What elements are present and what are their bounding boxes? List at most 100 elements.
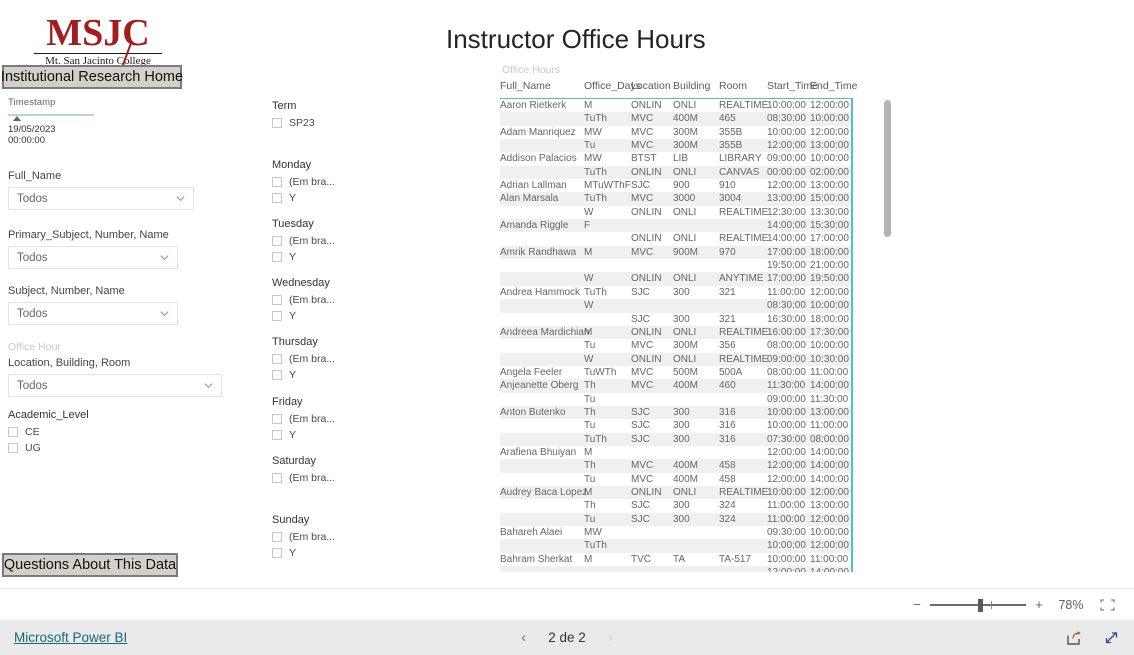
slicer-sunday-option-y[interactable]: Y bbox=[272, 546, 335, 560]
table-row[interactable]: Aaron Rietkerk M ONLIN ONLI REALTIME 10:00:00… bbox=[500, 98, 852, 113]
checkbox-icon[interactable] bbox=[272, 236, 282, 246]
checkbox-icon[interactable] bbox=[272, 548, 282, 558]
table-cell-room: TA-517 bbox=[719, 553, 752, 565]
table-row[interactable]: Amrik Randhawa M MVC 900M 970 17:00:00 18:00:0… bbox=[500, 245, 852, 260]
table-row[interactable]: SJC 300 321 16:30:00 18:00:00 bbox=[500, 313, 852, 326]
table-row[interactable]: W 08:30:00 10:00:00 bbox=[500, 299, 852, 313]
table-row[interactable]: TuTh MVC 400M 465 08:30:00 10:00:00 bbox=[500, 112, 852, 126]
column-header-start-time[interactable]: Start_Time bbox=[767, 80, 818, 99]
table-row[interactable]: Arafiena Bhuiyan M 12:00:00 14:00:00 bbox=[500, 446, 852, 459]
table-row[interactable]: TuTh ONLIN ONLI CANVAS 00:00:00 02:00:00 bbox=[500, 165, 852, 180]
column-header-building[interactable]: Building bbox=[673, 80, 719, 99]
checkbox-icon[interactable] bbox=[272, 311, 282, 321]
table-cell-full_name: Amanda Riggle bbox=[500, 219, 584, 233]
table-row[interactable]: 19:50:00 21:00:00 bbox=[500, 259, 852, 272]
table-cell-full_name bbox=[500, 272, 584, 286]
timestamp-track[interactable] bbox=[8, 114, 94, 121]
table-row[interactable]: Tu SJC 300 316 10:00:00 11:00:00 bbox=[500, 419, 852, 432]
slicer-tuesday-option-blank[interactable]: (Em bra... bbox=[272, 234, 335, 248]
table-row[interactable]: Adrian Lallman MTuWThF SJC 900 910 12:00:00 13… bbox=[500, 179, 852, 192]
slicer-term-option[interactable]: SP23 bbox=[272, 116, 315, 130]
table-row[interactable]: W ONLIN ONLI REALTIME 12:30:00 13:30:00 bbox=[500, 206, 852, 219]
checkbox-icon[interactable] bbox=[272, 354, 282, 364]
slicer-full-name-dropdown[interactable]: Todos bbox=[8, 187, 194, 210]
table-row[interactable]: W ONLIN ONLI REALTIME 09:00:00 10:30:00 bbox=[500, 352, 852, 366]
column-header-location[interactable]: Location bbox=[631, 80, 673, 99]
checkbox-icon[interactable] bbox=[272, 370, 282, 380]
checkbox-icon[interactable] bbox=[272, 118, 282, 128]
table-row[interactable]: Tu 09:00:00 11:30:00 bbox=[500, 393, 852, 406]
slicer-wednesday-option-y[interactable]: Y bbox=[272, 309, 335, 323]
fullscreen-icon[interactable] bbox=[1103, 630, 1120, 646]
table-cell-location: ONLIN bbox=[631, 325, 673, 340]
previous-page-button[interactable]: ‹ bbox=[521, 630, 526, 645]
table-row[interactable]: Amanda Riggle F 14:00:00 15:30:00 bbox=[500, 219, 852, 233]
checkbox-icon[interactable] bbox=[272, 252, 282, 262]
next-page-button[interactable]: › bbox=[608, 630, 613, 645]
checkbox-icon[interactable] bbox=[272, 193, 282, 203]
slicer-sunday-option-blank[interactable]: (Em bra... bbox=[272, 530, 335, 544]
column-header-office-days[interactable]: Office_Days bbox=[584, 80, 641, 99]
table-row[interactable]: Andrea Hammock TuTh SJC 300 321 11:00:00 12:00… bbox=[500, 286, 852, 299]
slicer-primary-subject-dropdown[interactable]: Todos bbox=[8, 246, 178, 269]
table-scroll-area[interactable]: Full_Name Office_Days Location Building … bbox=[500, 80, 892, 572]
table-row[interactable]: Bahareh Alaei MW 09:30:00 10:00:00 bbox=[500, 526, 852, 539]
table-row[interactable]: TuTh SJC 300 316 07:30:00 08:00:00 bbox=[500, 432, 852, 446]
slicer-monday-option-y[interactable]: Y bbox=[272, 191, 335, 205]
slicer-saturday-option-blank[interactable]: (Em bra... bbox=[272, 471, 335, 485]
slicer-tuesday-option-y[interactable]: Y bbox=[272, 250, 335, 264]
table-row[interactable]: W ONLIN ONLI ANYTIME 17:00:00 19:50:00 bbox=[500, 272, 852, 286]
timestamp-slicer[interactable]: Timestamp 19/05/2023 00:00:00 bbox=[8, 97, 94, 146]
table-row[interactable]: Anton Butenko Th SJC 300 316 10:00:00 13:00:00 bbox=[500, 405, 852, 420]
zoom-slider-thumb[interactable] bbox=[978, 598, 983, 612]
checkbox-icon[interactable] bbox=[8, 427, 18, 437]
table-row[interactable]: Addison Palacios MW BTST LIB LIBRARY 09:00:00… bbox=[500, 152, 852, 165]
table-row[interactable]: Tu SJC 300 324 11:00:00 12:00:00 bbox=[500, 512, 852, 526]
checkbox-icon[interactable] bbox=[272, 473, 282, 483]
zoom-slider[interactable] bbox=[930, 598, 1026, 612]
checkbox-icon[interactable] bbox=[272, 414, 282, 424]
table-row[interactable]: Th MVC 400M 458 12:00:00 14:00:00 bbox=[500, 459, 852, 473]
column-header-full-name[interactable]: Full_Name bbox=[500, 80, 584, 99]
checkbox-icon[interactable] bbox=[8, 443, 18, 453]
slicer-monday-option-blank[interactable]: (Em bra... bbox=[272, 175, 335, 189]
table-row[interactable]: TuTh 10:00:00 12:00:00 bbox=[500, 539, 852, 553]
slicer-friday-option-y[interactable]: Y bbox=[272, 428, 335, 442]
checkbox-icon[interactable] bbox=[272, 532, 282, 542]
table-row[interactable]: Angela Feeler TuWTh MVC 500M 500A 08:00:00 11:… bbox=[500, 366, 852, 379]
academic-level-option-ug[interactable]: UG bbox=[8, 441, 89, 455]
zoom-out-button[interactable]: − bbox=[908, 597, 926, 612]
table-row[interactable]: Th SJC 300 324 11:00:00 13:00:00 bbox=[500, 499, 852, 512]
table-row[interactable]: 12:00:0014:00:00 bbox=[500, 566, 852, 572]
timestamp-handle[interactable] bbox=[13, 115, 21, 121]
table-row[interactable]: Anjeanette Oberg Th MVC 400M 460 11:30:00 14:0… bbox=[500, 379, 852, 393]
share-icon[interactable] bbox=[1066, 630, 1083, 646]
fit-to-screen-icon[interactable] bbox=[1094, 598, 1120, 611]
slicer-wednesday-option-blank[interactable]: (Em bra... bbox=[272, 293, 335, 307]
slicer-friday-option-blank[interactable]: (Em bra... bbox=[272, 412, 335, 426]
questions-about-this-data-button[interactable]: Questions About This Data bbox=[2, 553, 178, 577]
table-row[interactable]: Adam Manriquez MW MVC 300M 355B 10:00:00 12:00… bbox=[500, 126, 852, 139]
column-header-end-time[interactable]: End_Time bbox=[810, 80, 857, 99]
table-row[interactable]: Tu MVC 300M 355B 12:00:00 13:00:00 bbox=[500, 139, 852, 153]
checkbox-icon[interactable] bbox=[272, 177, 282, 187]
slicer-location-dropdown[interactable]: Todos bbox=[8, 374, 222, 397]
table-row[interactable]: Alan Marsala TuTh MVC 3000 3004 13:00:00 15:00… bbox=[500, 192, 852, 206]
institutional-research-home-button[interactable]: Institutional Research Home bbox=[1, 65, 183, 89]
zoom-in-button[interactable]: + bbox=[1030, 597, 1048, 612]
academic-level-option-ce[interactable]: CE bbox=[8, 425, 89, 439]
table-row[interactable]: Andreea Mardichian M ONLIN ONLI REALTIME 16:0… bbox=[500, 325, 852, 340]
table-row[interactable]: Bahram Sherkat M TVC TA TA-517 10:00:00 11:00:… bbox=[500, 553, 852, 566]
table-row[interactable]: Audrey Baca Lopez M ONLIN ONLI REALTIME 10:00… bbox=[500, 485, 852, 500]
table-scrollbar-thumb[interactable] bbox=[884, 100, 891, 237]
table-row[interactable]: ONLIN ONLI REALTIME 14:00:00 17:00:00 bbox=[500, 232, 852, 245]
column-header-room[interactable]: Room bbox=[719, 80, 767, 99]
checkbox-icon[interactable] bbox=[272, 430, 282, 440]
table-cell-room: 324 bbox=[719, 500, 736, 512]
table-row[interactable]: Tu MVC 400M 458 12:00:00 14:00:00 bbox=[500, 473, 852, 486]
slicer-thursday-option-blank[interactable]: (Em bra... bbox=[272, 352, 335, 366]
checkbox-icon[interactable] bbox=[272, 295, 282, 305]
table-row[interactable]: Tu MVC 300M 356 08:00:00 10:00:00 bbox=[500, 339, 852, 352]
slicer-subject-dropdown[interactable]: Todos bbox=[8, 302, 178, 325]
slicer-thursday-option-y[interactable]: Y bbox=[272, 368, 335, 382]
